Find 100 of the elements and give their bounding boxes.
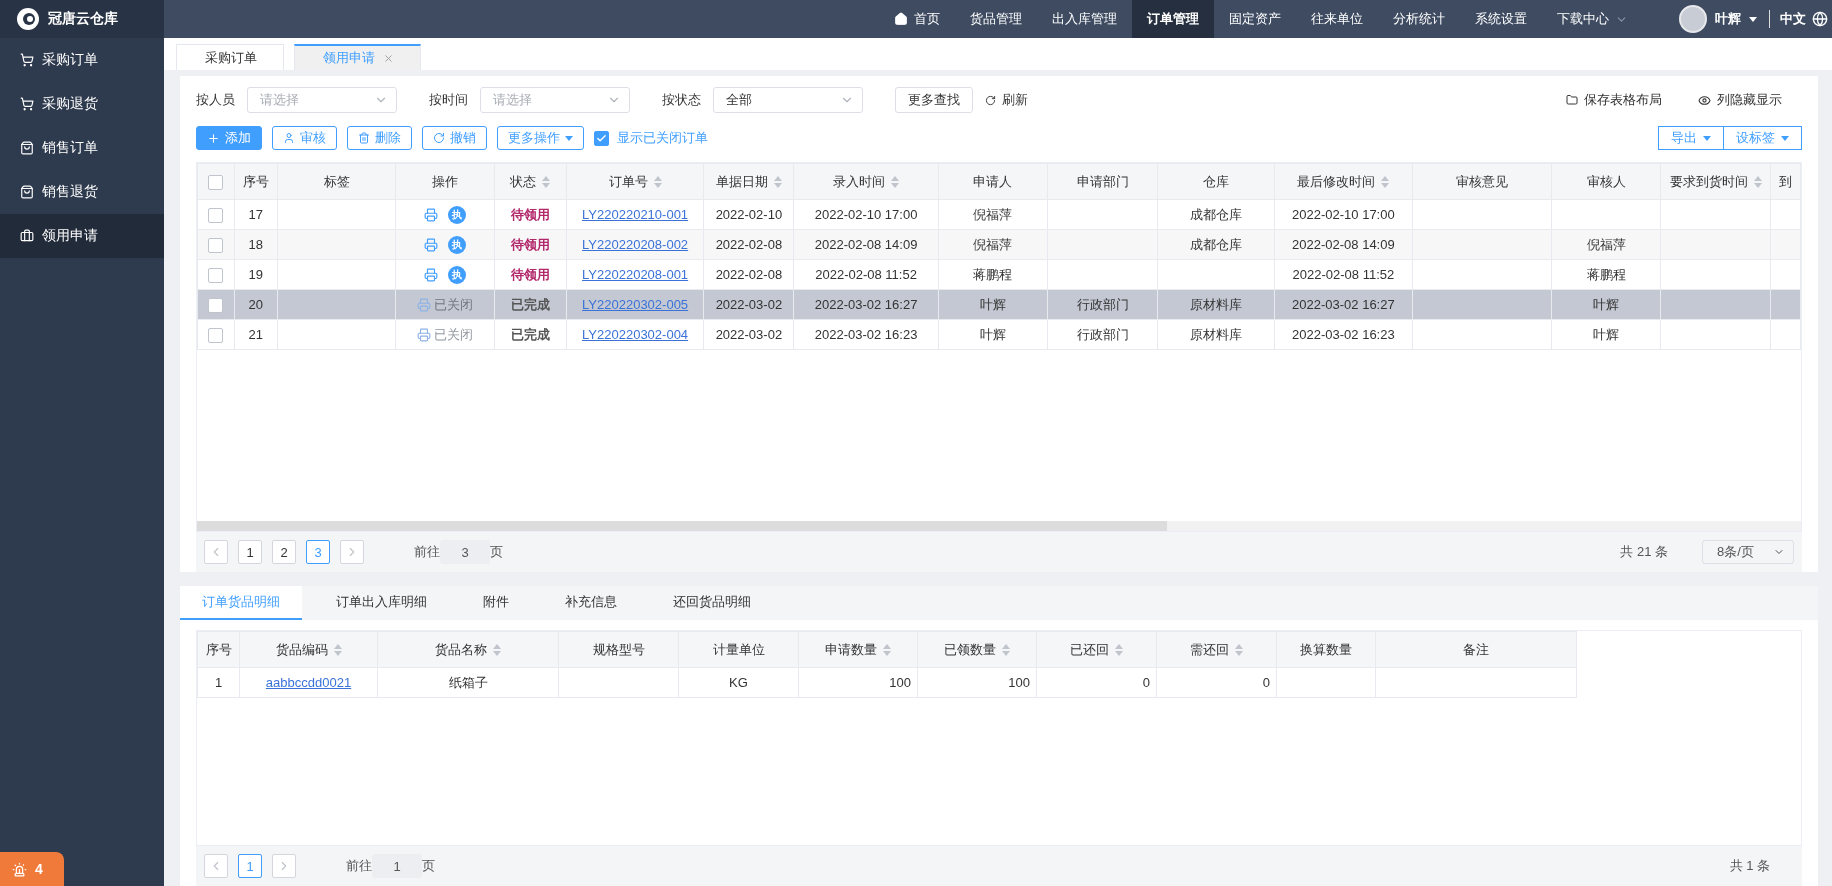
checkbox[interactable]: [208, 207, 224, 223]
avatar[interactable]: [1679, 5, 1707, 33]
table-cell: 18: [248, 237, 264, 252]
next-page-button[interactable]: [340, 540, 364, 564]
sort-icon[interactable]: [891, 176, 900, 189]
nav-item[interactable]: 往来单位: [1296, 0, 1378, 38]
caret-icon: [565, 135, 573, 141]
page-size-select[interactable]: 8条/页: [1702, 540, 1794, 564]
checkbox[interactable]: [208, 237, 224, 253]
sidebar-item[interactable]: 采购退货: [0, 82, 164, 126]
table-cell: 叶辉: [1593, 296, 1620, 312]
table-cell: 叶辉: [979, 296, 1006, 312]
checkbox[interactable]: [208, 327, 224, 343]
sort-icon[interactable]: [653, 176, 662, 189]
table-cell: 蒋鹏程: [973, 266, 1013, 282]
printer-icon[interactable]: [424, 207, 439, 222]
table-cell: KG: [729, 675, 748, 690]
sidebar-item[interactable]: 销售订单: [0, 126, 164, 170]
checkbox-label: 显示已关闭订单: [617, 129, 708, 147]
detail-tab[interactable]: 订单出入库明细: [314, 586, 449, 620]
toggle-columns-button[interactable]: 列隐藏显示: [1698, 91, 1782, 109]
checkbox[interactable]: [594, 130, 609, 146]
caret-icon: [1749, 16, 1757, 22]
save-layout-button[interactable]: 保存表格布局: [1566, 91, 1662, 109]
cart-icon: [20, 97, 34, 111]
table-cell: 2022-03-02 16:27: [814, 297, 918, 312]
sort-icon[interactable]: [1002, 644, 1010, 657]
checkbox[interactable]: [208, 267, 224, 283]
nav-item[interactable]: 订单管理: [1132, 0, 1214, 38]
checkbox[interactable]: [208, 297, 224, 313]
sort-icon[interactable]: [1381, 176, 1390, 189]
table-cell: 17: [248, 207, 264, 222]
sort-icon[interactable]: [1235, 644, 1243, 657]
user-name[interactable]: 叶辉: [1715, 10, 1741, 28]
printer-icon: [417, 327, 432, 342]
column-header: 单据日期: [703, 163, 794, 200]
sidebar-item[interactable]: 销售退货: [0, 170, 164, 214]
goto-page-field[interactable]: 3: [440, 540, 490, 564]
cart-icon: [20, 53, 34, 67]
column-header: 备注: [1375, 631, 1577, 668]
filter-select[interactable]: 全部: [713, 87, 863, 113]
table-cell: 2022-03-02 16:23: [814, 327, 918, 342]
sort-icon[interactable]: [1115, 644, 1123, 657]
sort-icon[interactable]: [883, 644, 891, 657]
sort-icon[interactable]: [542, 176, 551, 189]
sort-icon[interactable]: [773, 176, 782, 189]
table-cell: 2022-03-02 16:27: [1292, 297, 1395, 312]
table-row[interactable]: 17 执 待领用 LY220220210-001 2022-02-10 2022-02-10 17:00 倪福萍 成都仓库 2022-02-10 17:00: [197, 199, 1801, 230]
filter-label: 按人员: [196, 91, 235, 109]
prev-page-button[interactable]: [204, 854, 228, 878]
goto-label: 页: [490, 543, 503, 561]
refresh-icon: [985, 94, 996, 106]
nav-item[interactable]: 分析统计: [1378, 0, 1460, 38]
table-cell: 19: [248, 267, 264, 282]
table-cell: 成都仓库: [1189, 236, 1242, 252]
prev-page-button[interactable]: [204, 540, 228, 564]
close-icon[interactable]: [383, 52, 394, 64]
nav-item[interactable]: 货品管理: [955, 0, 1037, 38]
nav-item[interactable]: 首页: [879, 0, 955, 38]
table-row[interactable]: 20 已关闭 已完成 LY220220302-005 2022-03-02 2022-03-02 16:27 叶辉 行政部门 原材料库 2022-03-02 16:27 叶辉: [197, 289, 1801, 320]
sort-icon[interactable]: [493, 644, 501, 657]
printer-icon: [417, 297, 432, 312]
detail-tab[interactable]: 补充信息: [543, 586, 639, 620]
column-header: 货品名称: [377, 631, 559, 668]
sort-icon[interactable]: [1753, 176, 1762, 189]
briefcase-icon: [20, 229, 34, 243]
table-row[interactable]: 19 执 待领用 LY220220208-001 2022-02-08 2022-02-08 11:52 蒋鹏程 2022-02-08 11:52 蒋鹏程: [197, 259, 1801, 290]
table-cell: 2022-02-08: [715, 237, 783, 252]
table-cell: 纸箱子: [448, 674, 488, 690]
page-button[interactable]: 2: [272, 540, 296, 564]
logo-icon: [16, 7, 40, 31]
nav-item[interactable]: 出入库管理: [1037, 0, 1132, 38]
sidebar-item[interactable]: 领用申请: [0, 214, 164, 258]
table-row[interactable]: 21 已关闭 已完成 LY220220302-004 2022-03-02 2022-03-02 16:23 叶辉 行政部门 原材料库 2022-03-02 16:23 叶辉: [197, 319, 1801, 350]
table-cell: 蒋鹏程: [1586, 266, 1626, 282]
sidebar-item[interactable]: 采购订单: [0, 38, 164, 82]
refresh-button[interactable]: 刷新: [985, 91, 1028, 109]
bag-icon: [20, 141, 34, 155]
user-icon: [283, 132, 295, 144]
more-search-button[interactable]: 更多查找: [895, 87, 973, 113]
page-button[interactable]: 1: [238, 540, 262, 564]
detail-tab[interactable]: 附件: [461, 586, 531, 620]
printer-icon[interactable]: [424, 267, 439, 282]
table-cell: 倪福萍: [973, 206, 1013, 222]
nav-item[interactable]: 下载中心: [1542, 0, 1643, 38]
language-menu[interactable]: 中文: [1780, 10, 1806, 28]
next-page-button[interactable]: [272, 854, 296, 878]
checkbox[interactable]: [208, 174, 224, 190]
table-row[interactable]: 18 执 待领用 LY220220208-002 2022-02-08 2022-02-08 14:09 倪福萍 成都仓库 2022-02-08 14:09 倪福萍: [197, 229, 1801, 260]
page-tab[interactable]: 采购订单: [176, 44, 284, 70]
column-header: 最后修改时间: [1274, 163, 1413, 200]
nav-item[interactable]: 固定资产: [1214, 0, 1296, 38]
sort-icon[interactable]: [333, 644, 342, 657]
detail-tab[interactable]: 还回货品明细: [651, 586, 773, 620]
goto-page-field[interactable]: 1: [372, 854, 422, 878]
horizontal-scrollbar[interactable]: [197, 521, 1801, 531]
printer-icon[interactable]: [424, 237, 439, 252]
globe-icon[interactable]: [1812, 11, 1828, 27]
nav-item[interactable]: 系统设置: [1460, 0, 1542, 38]
table-cell: 20: [248, 297, 264, 312]
